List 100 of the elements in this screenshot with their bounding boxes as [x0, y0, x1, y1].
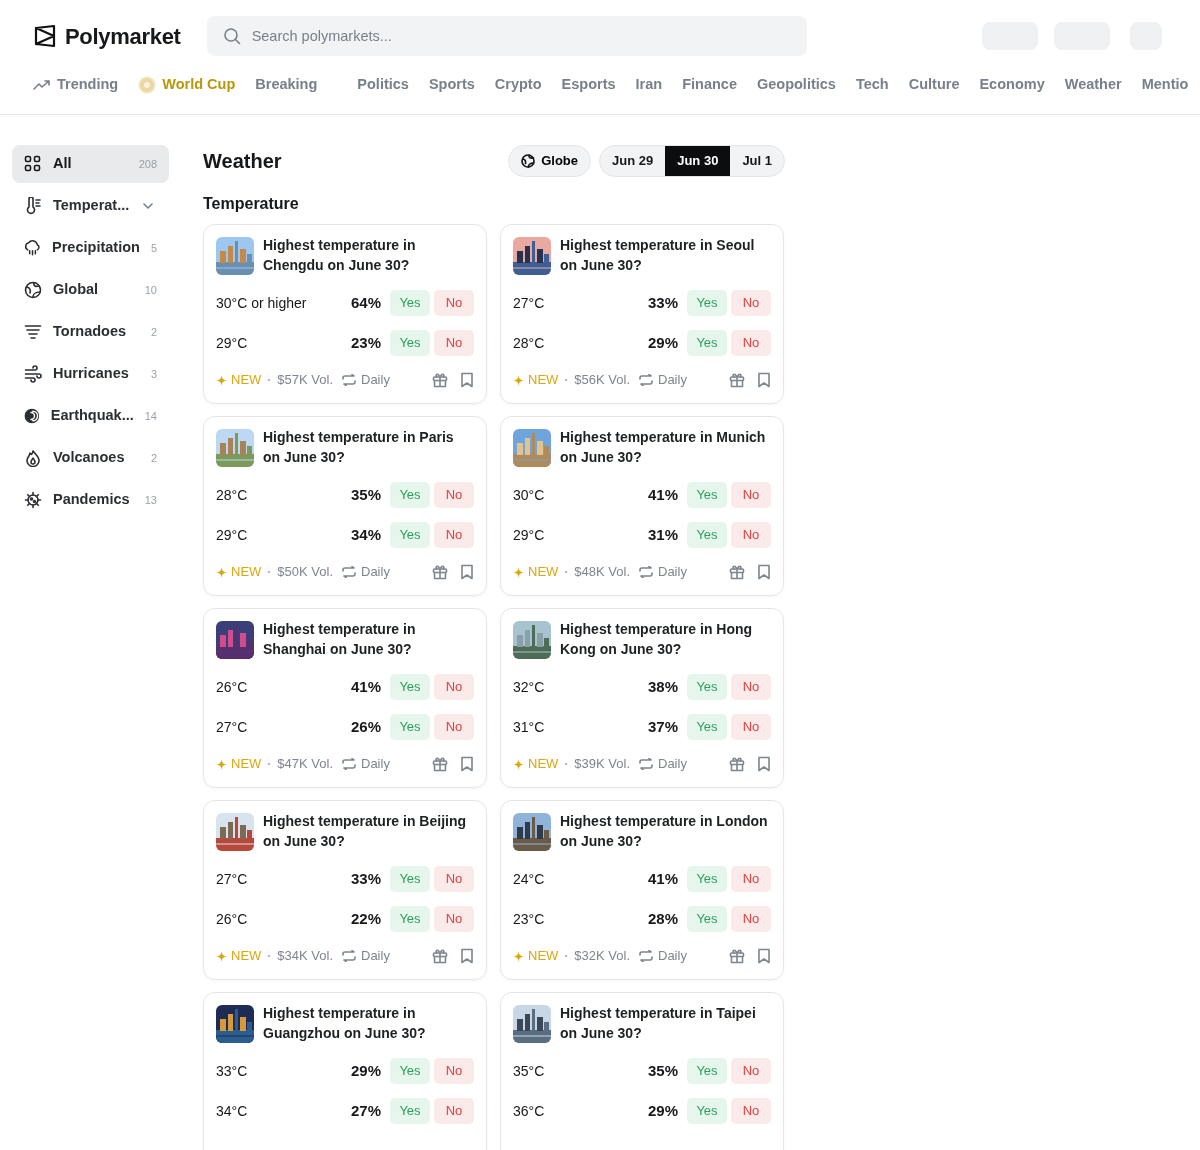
outcome-label: 27°C [216, 717, 248, 737]
yes-button[interactable]: Yes [390, 866, 430, 892]
bookmark-icon [460, 756, 474, 772]
nav-link[interactable]: Sports [428, 74, 475, 96]
gift-icon [432, 372, 448, 388]
sidebar-item[interactable]: Tornadoes 2 [12, 313, 169, 351]
recurrence-text: Daily [361, 755, 390, 774]
date-tab[interactable]: Jun 30 [665, 146, 731, 176]
repeat-icon [342, 758, 356, 770]
sidebar-item[interactable]: Precipitation 5 [12, 229, 169, 267]
sidebar-item[interactable]: All 208 [12, 145, 169, 183]
yes-button[interactable]: Yes [687, 1098, 727, 1124]
nav-link[interactable]: Breaking [255, 74, 318, 96]
trending-icon [33, 79, 51, 91]
yes-button[interactable]: Yes [687, 330, 727, 356]
outcome-chance: 35% [647, 1060, 678, 1081]
virus-icon [24, 491, 42, 509]
market-title[interactable]: Highest temperature in Taipei on June 30? [560, 1003, 771, 1043]
nav-link[interactable]: Finance [682, 74, 737, 96]
no-button[interactable]: No [731, 906, 771, 932]
no-button[interactable]: No [731, 1058, 771, 1084]
no-button[interactable]: No [731, 330, 771, 356]
no-button[interactable]: No [731, 522, 771, 548]
date-tab[interactable]: Jul 1 [730, 146, 784, 176]
no-button[interactable]: No [731, 290, 771, 316]
no-button[interactable]: No [434, 714, 474, 740]
no-button[interactable]: No [434, 1098, 474, 1124]
yes-button[interactable]: Yes [390, 290, 430, 316]
outcome-chance: 29% [350, 1060, 381, 1081]
market-title[interactable]: Highest temperature in Guangzhou on June 30? [263, 1003, 474, 1043]
yes-button[interactable]: Yes [687, 674, 727, 700]
sidebar-item[interactable]: Earthquak... 14 [12, 397, 169, 435]
nav-link[interactable]: World Cup [138, 74, 236, 96]
yes-button[interactable]: Yes [687, 714, 727, 740]
no-button[interactable]: No [434, 674, 474, 700]
nav-link[interactable]: Iran [635, 74, 663, 96]
market-title[interactable]: Highest temperature in Seoul on June 30? [560, 235, 771, 275]
sidebar-item[interactable]: Pandemics 13 [12, 481, 169, 519]
no-button[interactable]: No [731, 674, 771, 700]
yes-button[interactable]: Yes [687, 906, 727, 932]
yes-button[interactable]: Yes [390, 674, 430, 700]
sidebar-item[interactable]: Volcanoes 2 [12, 439, 169, 477]
globe-button[interactable]: Globe [508, 145, 591, 177]
yes-button[interactable]: Yes [687, 290, 727, 316]
yes-button[interactable]: Yes [390, 482, 430, 508]
no-button[interactable]: No [731, 482, 771, 508]
sidebar-item[interactable]: Hurricanes 3 [12, 355, 169, 393]
yes-button[interactable]: Yes [390, 522, 430, 548]
search-field[interactable]: Search polymarkets... [206, 16, 807, 56]
nav-link[interactable]: Geopolitics [756, 74, 836, 96]
market-title[interactable]: Highest temperature in London on June 30? [560, 811, 771, 851]
sidebar-item[interactable]: Global 10 [12, 271, 169, 309]
nav-link[interactable]: Tech [855, 74, 889, 96]
no-button[interactable]: No [434, 290, 474, 316]
nav-link[interactable]: Politics [357, 74, 409, 96]
gift-icon [729, 756, 745, 772]
yes-button[interactable]: Yes [390, 1058, 430, 1084]
nav-link[interactable]: Crypto [494, 74, 542, 96]
yes-button[interactable]: Yes [390, 1098, 430, 1124]
nav-link[interactable]: Mentio [1141, 74, 1189, 96]
yes-button[interactable]: Yes [390, 330, 430, 356]
yes-button[interactable]: Yes [687, 1058, 727, 1084]
nav-link[interactable]: Weather [1064, 74, 1122, 96]
outcome-chance: 31% [647, 524, 678, 545]
new-label: NEW [231, 755, 262, 774]
no-button[interactable]: No [434, 1058, 474, 1084]
yes-button[interactable]: Yes [687, 866, 727, 892]
outcome-label: 24°C [513, 869, 545, 889]
no-button[interactable]: No [434, 866, 474, 892]
globe-icon [521, 154, 536, 168]
market-title[interactable]: Highest temperature in Chengdu on June 30? [263, 235, 474, 275]
bookmark-icon [460, 564, 474, 580]
nav-link[interactable]: Economy [979, 74, 1045, 96]
no-button[interactable]: No [434, 482, 474, 508]
market-title[interactable]: Highest temperature in Shanghai on June 30? [263, 619, 474, 659]
no-button[interactable]: No [731, 1098, 771, 1124]
market-title[interactable]: Highest temperature in Beijing on June 30? [263, 811, 474, 851]
yes-button[interactable]: Yes [390, 714, 430, 740]
earthquake-icon [24, 407, 40, 425]
market-title[interactable]: Highest temperature in Munich on June 30? [560, 427, 771, 467]
market-title[interactable]: Highest temperature in Paris on June 30? [263, 427, 474, 467]
yes-button[interactable]: Yes [390, 906, 430, 932]
yes-button[interactable]: Yes [687, 482, 727, 508]
no-button[interactable]: No [434, 906, 474, 932]
no-button[interactable]: No [731, 714, 771, 740]
sidebar-item[interactable]: Temperat... [12, 187, 169, 225]
new-label: NEW [528, 947, 559, 966]
nav-link[interactable]: Esports [561, 74, 616, 96]
yes-button[interactable]: Yes [687, 522, 727, 548]
date-tab[interactable]: Jun 29 [600, 146, 666, 176]
nav-link[interactable]: Culture [908, 74, 960, 96]
gift-icon [432, 756, 448, 772]
thermometer-icon [24, 197, 42, 215]
recurrence-text: Daily [658, 371, 687, 390]
no-button[interactable]: No [731, 866, 771, 892]
nav-link[interactable]: Trending [33, 74, 119, 96]
no-button[interactable]: No [434, 522, 474, 548]
market-title[interactable]: Highest temperature in Hong Kong on June 30? [560, 619, 771, 659]
no-button[interactable]: No [434, 330, 474, 356]
outcome-chance: 35% [350, 484, 381, 505]
